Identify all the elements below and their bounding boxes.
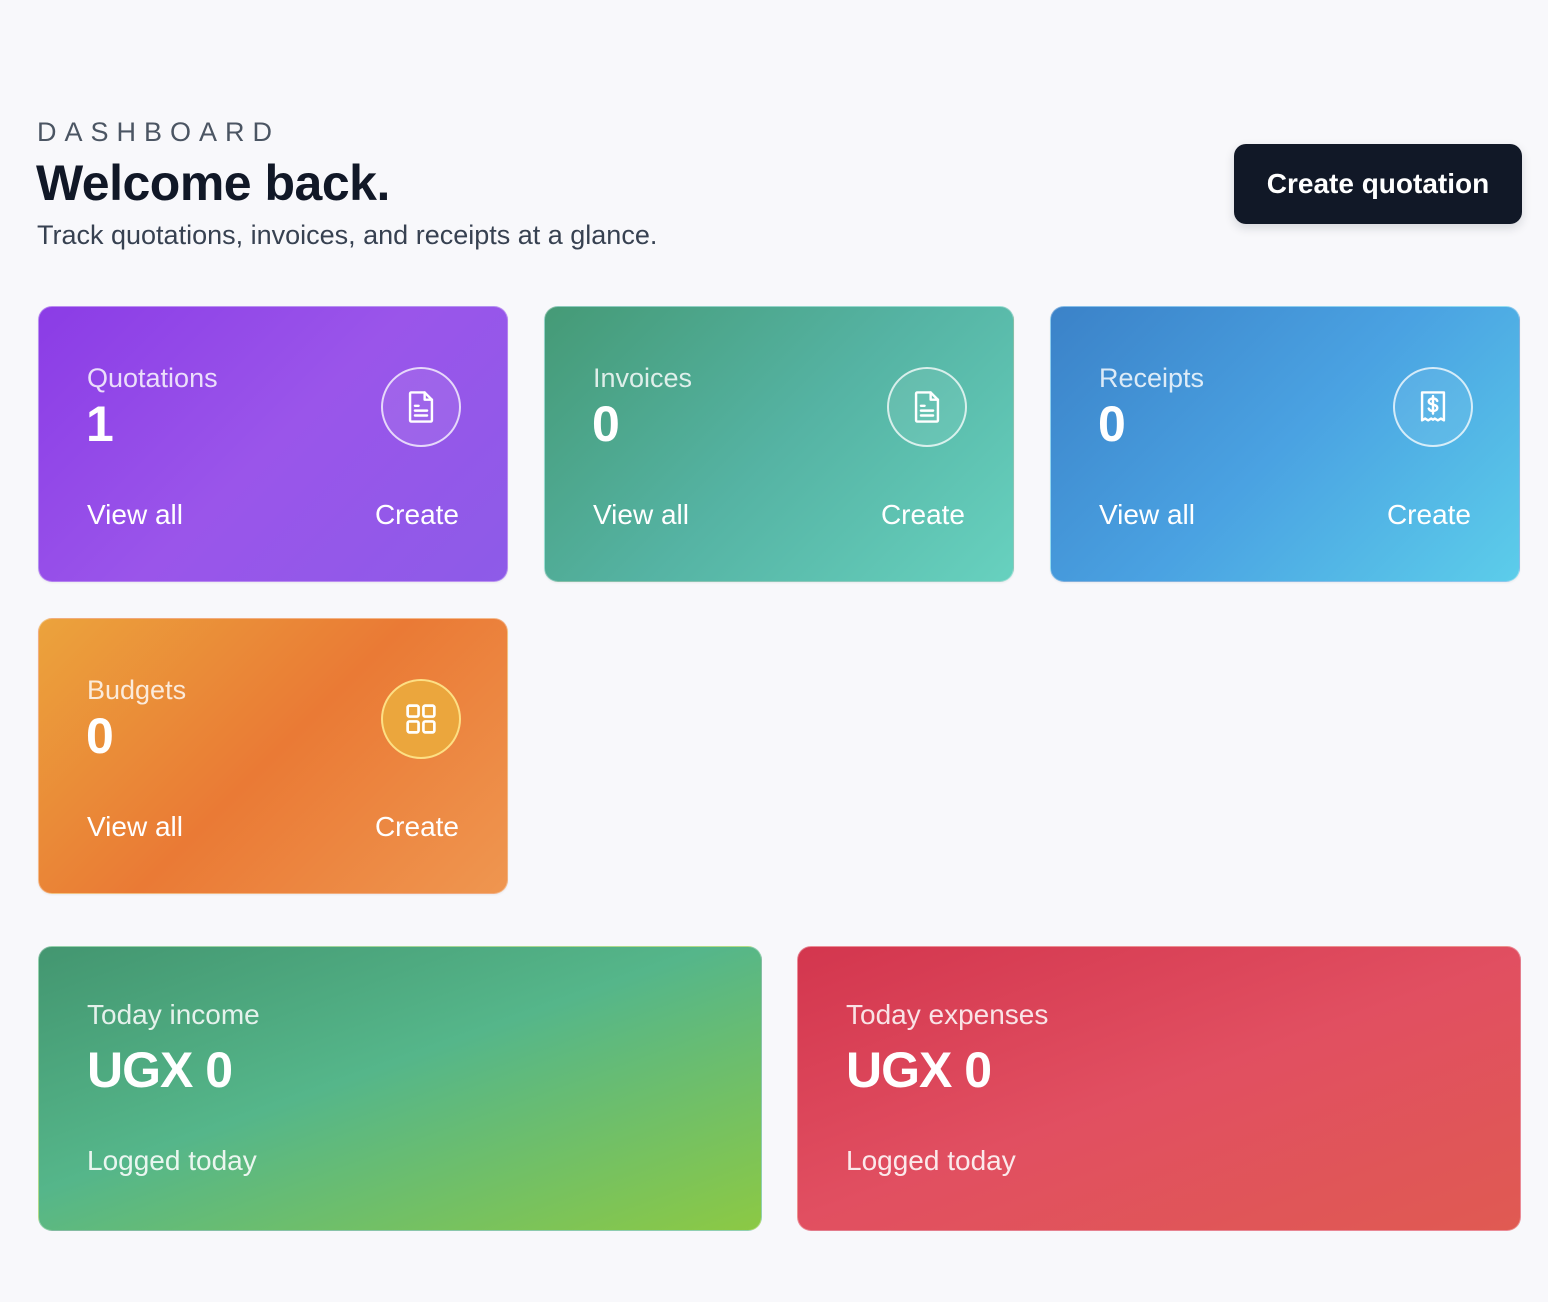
receipts-create-link[interactable]: Create: [1387, 499, 1471, 531]
budgets-create-link[interactable]: Create: [375, 811, 459, 843]
receipts-view-all-link[interactable]: View all: [1099, 499, 1195, 531]
quotations-create-link[interactable]: Create: [375, 499, 459, 531]
invoices-card: Invoices 0 View all Create: [544, 306, 1014, 582]
card-label: Budgets: [87, 675, 187, 705]
invoices-create-link[interactable]: Create: [881, 499, 965, 531]
page-subtitle: Track quotations, invoices, and receipts…: [37, 220, 658, 250]
receipts-card: Receipts 0 View all Create: [1050, 306, 1520, 582]
dashboard-page: DASHBOARD Welcome back. Track quotations…: [0, 0, 1548, 1302]
grid-icon: [381, 679, 461, 759]
stat-label: Today income: [87, 999, 260, 1030]
stat-note: Logged today: [846, 1145, 1016, 1176]
today-income-card: Today income UGX 0 Logged today: [38, 946, 762, 1231]
page-title: Welcome back.: [36, 155, 390, 211]
quotations-view-all-link[interactable]: View all: [87, 499, 183, 531]
card-count: 0: [1098, 396, 1126, 452]
card-count: 1: [86, 396, 114, 452]
budgets-view-all-link[interactable]: View all: [87, 811, 183, 843]
card-label: Invoices: [593, 363, 693, 393]
card-count: 0: [592, 396, 620, 452]
receipt-dollar-icon: [1393, 367, 1473, 447]
quotations-card: Quotations 1 View all Create: [38, 306, 508, 582]
stat-label: Today expenses: [846, 999, 1049, 1030]
page-eyebrow: DASHBOARD: [37, 117, 281, 147]
create-quotation-button[interactable]: Create quotation: [1234, 144, 1522, 224]
today-expenses-card: Today expenses UGX 0 Logged today: [797, 946, 1521, 1231]
stat-note: Logged today: [87, 1145, 257, 1176]
card-label: Quotations: [87, 363, 218, 393]
document-icon: [887, 367, 967, 447]
stat-value: UGX 0: [846, 1042, 992, 1098]
document-icon: [381, 367, 461, 447]
invoices-view-all-link[interactable]: View all: [593, 499, 689, 531]
card-label: Receipts: [1099, 363, 1205, 393]
budgets-card: Budgets 0 View all Create: [38, 618, 508, 894]
stat-value: UGX 0: [87, 1042, 233, 1098]
card-count: 0: [86, 708, 114, 764]
